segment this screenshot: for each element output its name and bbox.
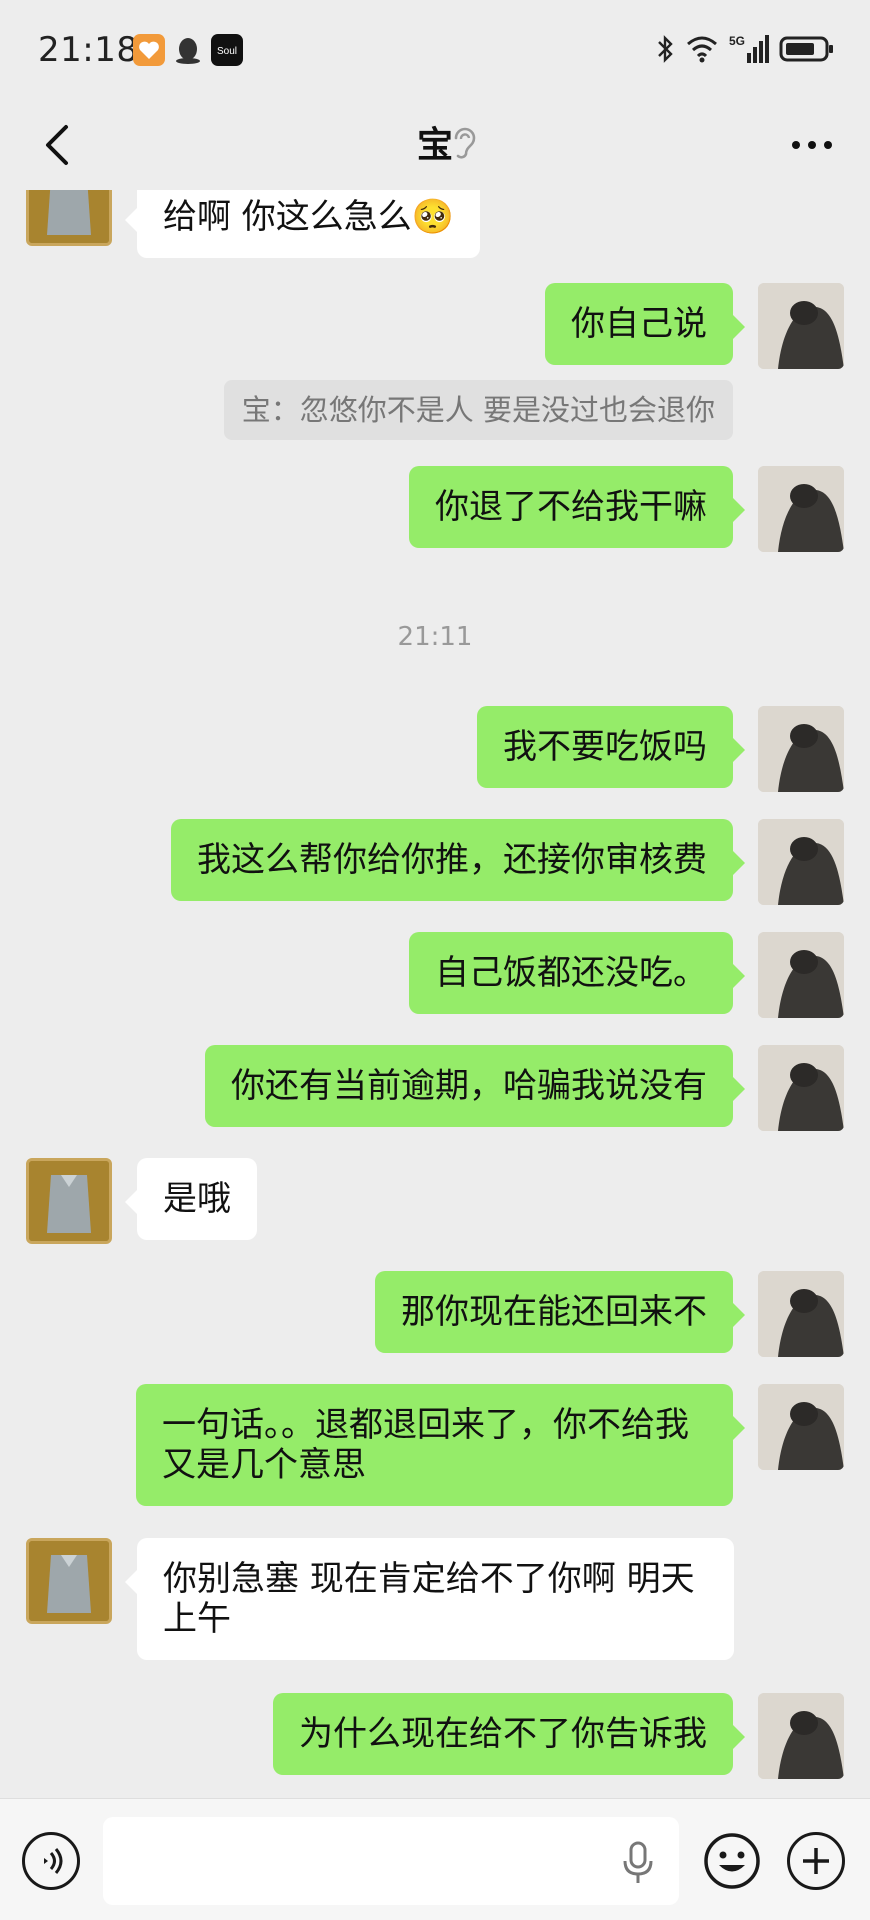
microphone-icon[interactable]	[618, 1841, 658, 1885]
heart-app-icon	[133, 34, 165, 66]
status-bar: 21:18 Soul 5G	[0, 0, 870, 100]
battery-icon	[779, 35, 835, 67]
chat-header: 宝	[0, 100, 870, 190]
user-avatar[interactable]	[758, 466, 844, 552]
ear-icon	[450, 124, 478, 162]
status-icons: 5G	[655, 34, 835, 68]
user-avatar[interactable]	[758, 819, 844, 905]
user-avatar[interactable]	[758, 283, 844, 369]
chat-screen: 21:18 Soul 5G 宝 给啊 你这么急么🥺 你自己说 宝：忽悠你不是人 …	[0, 0, 870, 1920]
chat-title[interactable]: 宝	[0, 116, 870, 168]
time-divider: 21:11	[397, 622, 473, 652]
message-outgoing[interactable]: 你退了不给我干嘛	[409, 466, 745, 548]
user-avatar[interactable]	[758, 932, 844, 1018]
message-input[interactable]	[103, 1817, 679, 1905]
signal-icon: 5G	[729, 33, 769, 69]
message-outgoing[interactable]: 我这么帮你给你推，还接你审核费	[171, 819, 745, 901]
user-avatar[interactable]	[758, 1384, 844, 1470]
message-outgoing[interactable]: 自己饭都还没吃。	[409, 932, 745, 1014]
contact-avatar[interactable]	[26, 1538, 112, 1624]
network-label: 5G	[729, 34, 745, 48]
user-avatar[interactable]	[758, 1271, 844, 1357]
message-outgoing[interactable]: 一句话。。退都退回来了，你不给我又是几个意思	[136, 1384, 745, 1506]
message-outgoing[interactable]: 我不要吃饭吗	[477, 706, 745, 788]
message-outgoing[interactable]: 那你现在能还回来不	[375, 1271, 745, 1353]
user-avatar[interactable]	[758, 1693, 844, 1779]
bluetooth-icon	[655, 34, 675, 68]
quoted-reply[interactable]: 宝：忽悠你不是人 要是没过也会退你	[223, 380, 733, 440]
voice-icon[interactable]	[22, 1832, 80, 1890]
qq-penguin-icon	[172, 34, 204, 66]
message-outgoing[interactable]: 为什么现在给不了你告诉我	[273, 1693, 745, 1775]
message-incoming[interactable]: 给啊 你这么急么🥺	[124, 190, 481, 258]
contact-avatar[interactable]	[26, 190, 112, 246]
message-incoming[interactable]: 你别急塞 现在肯定给不了你啊 明天上午	[125, 1538, 734, 1660]
message-list[interactable]: 给啊 你这么急么🥺 你自己说 宝：忽悠你不是人 要是没过也会退你 你退了不给我干…	[0, 190, 870, 1798]
user-avatar[interactable]	[758, 1045, 844, 1131]
soul-app-icon: Soul	[211, 34, 243, 66]
plus-icon[interactable]	[787, 1832, 845, 1890]
message-outgoing[interactable]: 你还有当前逾期，哈骗我说没有	[205, 1045, 745, 1127]
wifi-icon	[685, 34, 719, 68]
message-outgoing[interactable]: 你自己说	[545, 283, 745, 365]
emoji-icon[interactable]	[703, 1832, 761, 1890]
input-bar	[0, 1798, 870, 1920]
contact-avatar[interactable]	[26, 1158, 112, 1244]
message-incoming[interactable]: 是哦	[125, 1158, 257, 1240]
soul-label: Soul	[217, 46, 237, 57]
user-avatar[interactable]	[758, 706, 844, 792]
more-dots-icon[interactable]	[780, 118, 844, 172]
status-time: 21:18	[38, 30, 139, 70]
